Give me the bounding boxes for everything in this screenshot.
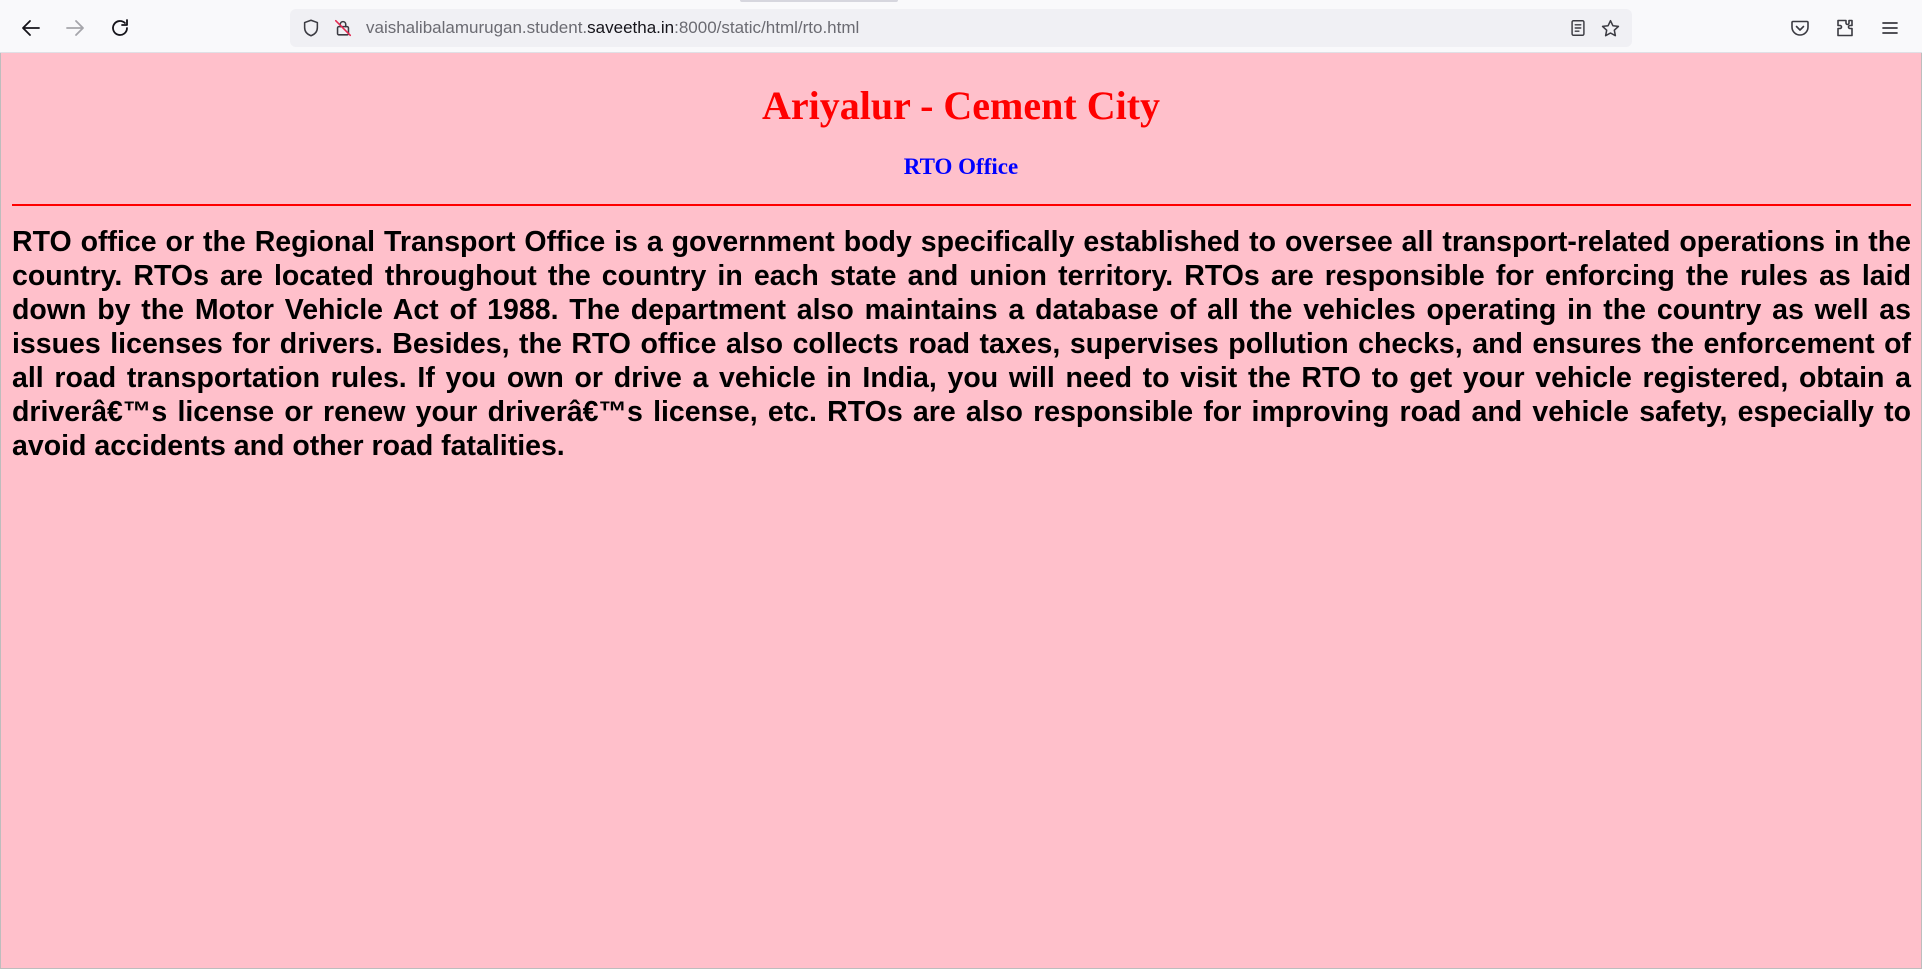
reload-icon[interactable] <box>102 10 138 46</box>
address-bar[interactable]: vaishalibalamurugan.student.saveetha.in:… <box>290 9 1632 47</box>
page-title: Ariyalur - Cement City <box>761 83 1161 128</box>
insecure-connection-icon[interactable] <box>332 17 354 39</box>
url-text[interactable]: vaishalibalamurugan.student.saveetha.in:… <box>366 18 859 38</box>
page-content: Ariyalur - Cement City RTO Office RTO of… <box>0 53 1922 969</box>
rto-description-paragraph: RTO office or the Regional Transport Off… <box>12 226 1911 462</box>
tab-indicator <box>740 0 898 2</box>
hamburger-menu-icon[interactable] <box>1874 12 1906 44</box>
page-subtitle: RTO Office <box>903 154 1019 179</box>
browser-window: vaishalibalamurugan.student.saveetha.in:… <box>0 0 1922 969</box>
forward-arrow-icon[interactable] <box>57 10 93 46</box>
horizontal-rule <box>12 204 1911 206</box>
url-suffix: :8000/static/html/rto.html <box>674 18 860 37</box>
extensions-icon[interactable] <box>1829 12 1861 44</box>
back-arrow-icon[interactable] <box>13 10 49 46</box>
reader-view-icon[interactable] <box>1567 17 1589 39</box>
bookmark-star-icon[interactable] <box>1599 17 1621 39</box>
browser-toolbar: vaishalibalamurugan.student.saveetha.in:… <box>0 0 1922 53</box>
tracking-protection-shield-icon[interactable] <box>300 17 322 39</box>
url-prefix: vaishalibalamurugan.student. <box>366 18 588 37</box>
pocket-icon[interactable] <box>1784 12 1816 44</box>
url-domain: saveetha.in <box>587 18 675 37</box>
